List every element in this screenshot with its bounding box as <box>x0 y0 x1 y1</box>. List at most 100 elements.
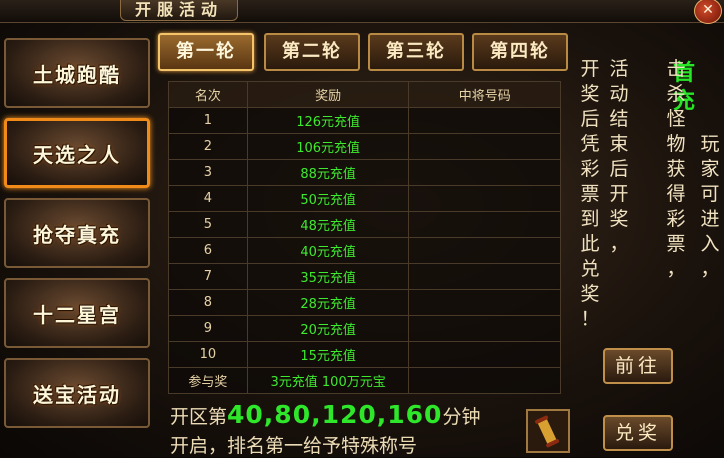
info-col-1-text: 玩家可进入 ， <box>700 132 720 282</box>
info-col-2-text: 击杀怪物获得彩票 ， <box>666 57 686 282</box>
info-char: 可 <box>700 183 720 205</box>
info-char: 奖 <box>609 208 629 230</box>
title-bar: 开服活动 ✕ <box>0 0 724 24</box>
table-row: 10 15元充值 <box>168 341 561 368</box>
goto-button[interactable]: 前往 <box>603 348 673 384</box>
tab-round-4[interactable]: 第四轮 <box>472 33 568 71</box>
table-row: 8 28元充值 <box>168 289 561 316</box>
rank-cell: 10 <box>168 341 248 368</box>
close-icon[interactable]: ✕ <box>694 0 722 24</box>
info-char: 到 <box>580 208 600 230</box>
rank-cell: 9 <box>168 315 248 342</box>
table-row: 1 126元充值 <box>168 107 561 134</box>
rank-cell: 1 <box>168 107 248 134</box>
number-cell <box>408 289 561 316</box>
info-char: 家 <box>700 158 720 180</box>
info-char: 进 <box>700 208 720 230</box>
reward-cell: 28元充值 <box>246 289 410 316</box>
info-char: 入 <box>700 233 720 255</box>
table-row: 参与奖 3元充值 100万元宝 <box>168 367 561 394</box>
table-row: 9 20元充值 <box>168 315 561 342</box>
window-title: 开服活动 <box>120 0 239 21</box>
footer-line-2: 开启，排名第一给予特殊称号 <box>170 435 418 457</box>
info-char: 获 <box>666 158 686 180</box>
header-number: 中将号码 <box>408 81 561 108</box>
info-char: 奖 <box>580 83 600 105</box>
number-cell <box>408 133 561 160</box>
header-rank: 名次 <box>168 81 248 108</box>
tab-round-3[interactable]: 第三轮 <box>368 33 464 71</box>
rank-cell: 4 <box>168 185 248 212</box>
info-char: 动 <box>609 83 629 105</box>
sidebar-item-zodiac[interactable]: 十二星宫 <box>4 278 150 348</box>
sidebar-item-label: 十二星宫 <box>33 302 121 327</box>
rank-cell: 7 <box>168 263 248 290</box>
reward-table: 名次 奖励 中将号码 1 126元充值 2 106元充值 3 88元充值 4 50元充值… <box>168 81 561 394</box>
info-char: 开 <box>609 183 629 205</box>
info-char: 彩 <box>666 208 686 230</box>
info-col-4-text: 开奖后凭彩票到此兑奖！ <box>580 57 600 332</box>
sidebar-item-parkour[interactable]: 土城跑酷 <box>4 38 150 108</box>
header-reward: 奖励 <box>246 81 410 108</box>
info-col-3-text: 活动结束后开奖 ， <box>609 57 629 257</box>
scroll-icon-graphic <box>535 415 560 448</box>
reward-cell: 15元充值 <box>246 341 410 368</box>
info-col-3: 活动结束后开奖 ， <box>609 57 629 257</box>
reward-cell: 20元充值 <box>246 315 410 342</box>
tab-round-1[interactable]: 第一轮 <box>158 33 254 71</box>
info-char: 活 <box>609 58 629 80</box>
reward-cell: 40元充值 <box>246 237 410 264</box>
number-cell <box>408 159 561 186</box>
info-char: 物 <box>666 133 686 155</box>
reward-cell: 50元充值 <box>246 185 410 212</box>
redeem-button[interactable]: 兑奖 <box>603 415 673 451</box>
info-col-2: 击杀怪物获得彩票 ， <box>666 57 686 282</box>
info-char: 击 <box>666 58 686 80</box>
scroll-icon[interactable] <box>526 409 570 453</box>
footer-times: 40,80,120,160 <box>227 400 443 429</box>
rank-cell: 8 <box>168 289 248 316</box>
reward-cell: 48元充值 <box>246 211 410 238</box>
rank-cell: 参与奖 <box>168 367 248 394</box>
tab-round-2[interactable]: 第二轮 <box>264 33 360 71</box>
sidebar-item-seize-recharge[interactable]: 抢夺真充 <box>4 198 150 268</box>
info-char: 后 <box>609 158 629 180</box>
reward-cell: 3元充值 100万元宝 <box>246 367 410 394</box>
info-char: 奖 <box>580 283 600 305</box>
sidebar-item-treasure[interactable]: 送宝活动 <box>4 358 150 428</box>
reward-cell: 126元充值 <box>246 107 410 134</box>
table-row: 6 40元充值 <box>168 237 561 264</box>
info-char: 后 <box>580 108 600 130</box>
info-char: 杀 <box>666 83 686 105</box>
number-cell <box>408 185 561 212</box>
info-char: 凭 <box>580 133 600 155</box>
rank-cell: 2 <box>168 133 248 160</box>
info-char: 开 <box>580 58 600 80</box>
number-cell <box>408 211 561 238</box>
info-char: ， <box>700 258 720 280</box>
table-row: 5 48元充值 <box>168 211 561 238</box>
number-cell <box>408 237 561 264</box>
table-row: 4 50元充值 <box>168 185 561 212</box>
table-row: 3 88元充值 <box>168 159 561 186</box>
info-char: 束 <box>609 133 629 155</box>
activity-window: 开服活动 ✕ 土城跑酷 天选之人 抢夺真充 十二星宫 送宝活动 第一轮 第二轮 … <box>0 0 724 457</box>
reward-cell: 88元充值 <box>246 159 410 186</box>
table-row: 7 35元充值 <box>168 263 561 290</box>
sidebar-item-chosen-one[interactable]: 天选之人 <box>4 118 150 188</box>
info-col-1: 玩家可进入 ， <box>700 132 720 282</box>
info-char: 此 <box>580 233 600 255</box>
info-char: ， <box>666 258 686 280</box>
info-char: 得 <box>666 183 686 205</box>
sidebar-item-label: 送宝活动 <box>33 382 121 407</box>
number-cell <box>408 315 561 342</box>
info-char: 结 <box>609 108 629 130</box>
info-char: 彩 <box>580 158 600 180</box>
footer-suffix: 分钟 <box>442 406 481 428</box>
info-char: ！ <box>580 308 600 330</box>
info-char: 票 <box>666 233 686 255</box>
info-char: 怪 <box>666 108 686 130</box>
info-col-4: 开奖后凭彩票到此兑奖！ <box>580 57 600 332</box>
number-cell <box>408 107 561 134</box>
sidebar-item-label: 土城跑酷 <box>33 62 121 87</box>
